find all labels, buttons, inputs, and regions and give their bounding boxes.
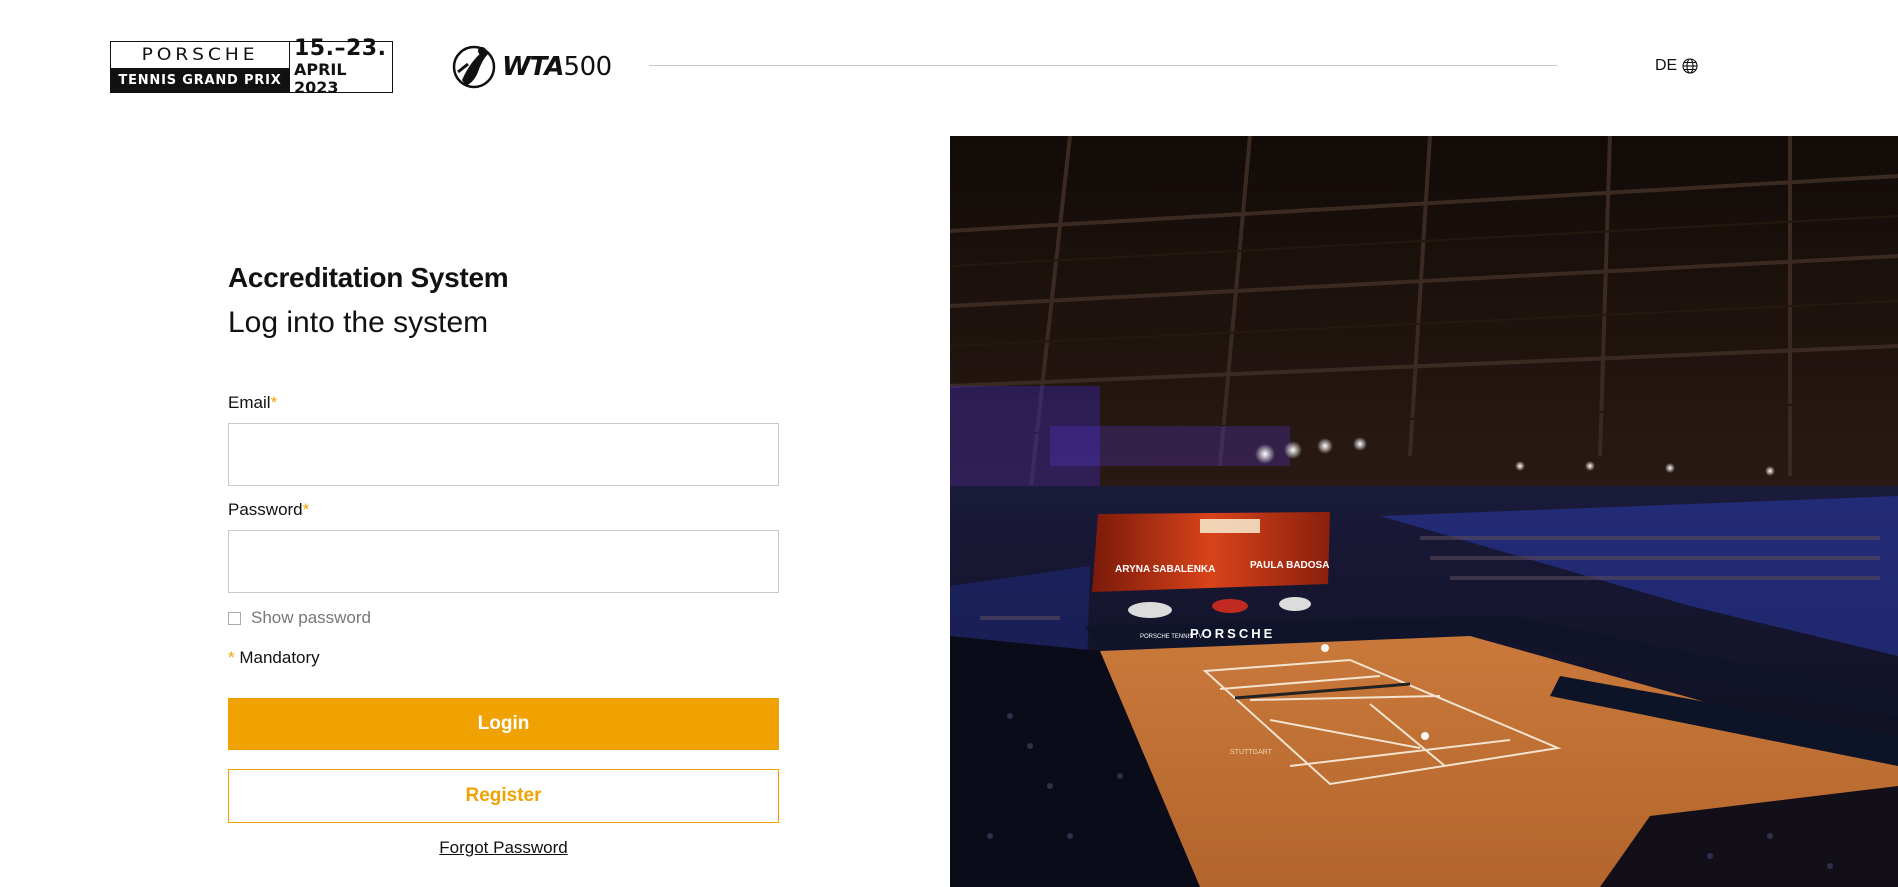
password-label: Password* [228,500,309,520]
player-near [1421,732,1429,740]
logo-dates: 15.–23. [294,36,387,61]
logo-brand: PORSCHE [141,45,259,65]
email-label-text: Email [228,393,271,412]
show-password-row[interactable]: Show password [228,608,371,628]
wta-player-icon [452,45,496,89]
language-label: DE [1655,57,1678,74]
logo-date-block: 15.–23. APRIL 2023 [290,37,392,97]
show-password-checkbox[interactable] [228,611,241,625]
player-far [1321,644,1329,652]
screen-player-left: ARYNA SABALENKA [1115,564,1215,575]
board-brand: PORSCHE [1190,626,1275,641]
globe-icon [1682,58,1698,74]
login-button[interactable]: Login [228,698,779,750]
register-button[interactable]: Register [228,769,779,823]
wta-500-logo[interactable]: WTA 500 [452,42,612,92]
logo-month: APRIL 2023 [294,60,347,97]
mandatory-note: * Mandatory [228,648,320,668]
required-marker: * [302,500,310,519]
language-switcher[interactable]: DE [1655,55,1698,77]
wta-text: WTA [502,52,565,82]
court-brand: STUTTGART [1230,749,1273,756]
header-divider [649,65,1557,66]
porsche-tennis-grand-prix-logo[interactable]: PORSCHE TENNIS GRAND PRIX 15.–23. APRIL … [110,37,393,97]
screen-player-right: PAULA BADOSA [1250,560,1329,571]
email-field[interactable] [228,423,779,486]
show-password-label: Show password [251,608,372,627]
mandatory-text: Mandatory [239,648,320,667]
email-label: Email* [228,393,277,413]
site-header: PORSCHE TENNIS GRAND PRIX 15.–23. APRIL … [0,0,1898,135]
password-label-text: Password [228,500,303,519]
required-marker: * [270,393,278,412]
page-subtitle: Log into the system [228,306,489,339]
arena-illustration: ARYNA SABALENKA PAULA BADOSA PORSCHE POR… [950,136,1898,887]
login-heading: Accreditation System Log into the system [228,260,779,342]
logo-event-name: TENNIS GRAND PRIX [111,68,289,92]
wta-number: 500 [563,52,613,82]
required-marker: * [228,648,235,667]
password-field[interactable] [228,530,779,593]
arena-hero-image: ARYNA SABALENKA PAULA BADOSA PORSCHE POR… [950,136,1898,887]
forgot-password-link[interactable]: Forgot Password [228,838,779,858]
logo-left-block: PORSCHE TENNIS GRAND PRIX [111,42,290,92]
board-tv: PORSCHE TENNIS TV [1140,634,1202,640]
video-scoreboard: ARYNA SABALENKA PAULA BADOSA [1092,512,1330,592]
page-title: Accreditation System [228,262,509,293]
